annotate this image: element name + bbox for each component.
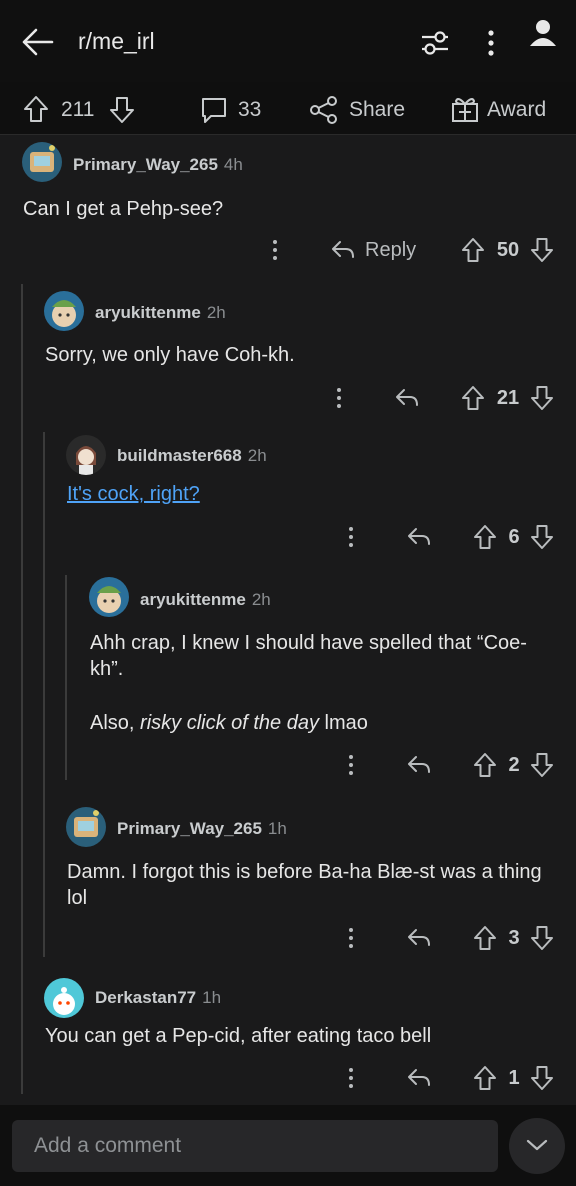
upvote-arrow-icon[interactable] <box>461 237 485 263</box>
comments-list: Primary_Way_265 4h Can I get a Pehp-see? … <box>0 135 576 1105</box>
vote-count: 1 <box>508 1067 520 1089</box>
reply-button[interactable]: Reply <box>365 239 416 262</box>
top-bar: r/me_irl <box>0 0 576 82</box>
emphasis-text: risky click of the day <box>140 712 319 734</box>
upvote-arrow-icon[interactable] <box>473 524 497 550</box>
vote-count: 50 <box>496 239 520 261</box>
comment-bubble-icon[interactable] <box>199 95 229 125</box>
upvote-arrow-icon[interactable] <box>473 925 497 951</box>
upvote-count: 211 <box>61 98 95 121</box>
username[interactable]: Primary_Way_265 <box>73 155 218 174</box>
downvote-arrow-icon[interactable] <box>530 385 554 411</box>
comment-meta: Primary_Way_265 1h <box>117 819 287 839</box>
upvote-arrow-icon[interactable] <box>473 1065 497 1091</box>
reply-arrow-icon[interactable] <box>406 1066 432 1090</box>
user-avatar[interactable] <box>89 577 129 617</box>
comment-meta: aryukittenme 2h <box>95 303 226 323</box>
more-options-icon[interactable] <box>486 30 496 56</box>
upvote-arrow-icon[interactable] <box>22 94 50 124</box>
username[interactable]: aryukittenme <box>140 590 246 609</box>
vote-count: 21 <box>496 387 520 409</box>
reply-arrow-icon[interactable] <box>406 525 432 549</box>
timestamp: 2h <box>251 590 271 609</box>
more-options-icon[interactable] <box>347 526 355 548</box>
user-avatar[interactable] <box>66 807 106 847</box>
username[interactable]: Derkastan77 <box>95 988 196 1007</box>
comment-meta: Derkastan77 1h <box>95 988 221 1008</box>
more-options-icon[interactable] <box>347 927 355 949</box>
chevron-down-icon <box>525 1137 549 1153</box>
reply-arrow-icon[interactable] <box>330 238 356 262</box>
downvote-arrow-icon[interactable] <box>530 1065 554 1091</box>
timestamp: 1h <box>202 988 222 1007</box>
comment-meta: Primary_Way_265 4h <box>73 155 243 175</box>
comment-meta: buildmaster668 2h <box>117 446 267 466</box>
user-avatar[interactable] <box>66 435 106 475</box>
username[interactable]: Primary_Way_265 <box>117 819 262 838</box>
username[interactable]: aryukittenme <box>95 303 201 322</box>
more-options-icon[interactable] <box>335 387 343 409</box>
more-options-icon[interactable] <box>347 1067 355 1089</box>
upvote-arrow-icon[interactable] <box>461 385 485 411</box>
downvote-arrow-icon[interactable] <box>530 237 554 263</box>
award-gift-icon[interactable] <box>450 94 480 124</box>
profile-icon[interactable] <box>528 18 558 48</box>
username[interactable]: buildmaster668 <box>117 446 242 465</box>
downvote-arrow-icon[interactable] <box>530 524 554 550</box>
comment-text: Damn. I forgot this is before Ba-ha Blæ-… <box>67 861 542 909</box>
scroll-down-button[interactable] <box>509 1118 565 1174</box>
timestamp: 2h <box>206 303 226 322</box>
comment-meta: aryukittenme 2h <box>140 590 271 610</box>
reply-arrow-icon[interactable] <box>406 753 432 777</box>
timestamp: 1h <box>267 819 287 838</box>
comment-text: You can get a Pep-cid, after eating taco… <box>45 1025 432 1047</box>
comment-count: 33 <box>238 98 262 121</box>
reply-arrow-icon[interactable] <box>394 386 420 410</box>
upvote-arrow-icon[interactable] <box>473 752 497 778</box>
share-label[interactable]: Share <box>349 98 405 122</box>
thread-line <box>21 284 23 1094</box>
vote-count: 2 <box>508 754 520 776</box>
post-action-bar: 211 33 Share Award <box>0 82 576 135</box>
user-avatar[interactable] <box>44 978 84 1018</box>
comment-text: It's cock, right? <box>67 481 200 507</box>
thread-line <box>65 575 67 780</box>
downvote-arrow-icon[interactable] <box>108 95 136 125</box>
timestamp: 4h <box>223 155 243 174</box>
downvote-arrow-icon[interactable] <box>530 752 554 778</box>
comment-text: Can I get a Pehp-see? <box>23 198 224 220</box>
timestamp: 2h <box>247 446 267 465</box>
comment-text: Ahh crap, I knew I should have spelled t… <box>90 632 527 680</box>
user-avatar[interactable] <box>22 142 62 182</box>
back-arrow-icon[interactable] <box>22 27 54 57</box>
share-icon[interactable] <box>309 95 339 125</box>
vote-count: 6 <box>508 526 520 548</box>
more-options-icon[interactable] <box>347 754 355 776</box>
subreddit-title[interactable]: r/me_irl <box>78 28 155 55</box>
filter-icon[interactable] <box>420 29 450 57</box>
comment-input-placeholder: Add a comment <box>34 1134 182 1157</box>
reply-arrow-icon[interactable] <box>406 926 432 950</box>
downvote-arrow-icon[interactable] <box>530 925 554 951</box>
more-options-icon[interactable] <box>271 239 279 261</box>
award-label[interactable]: Award <box>487 98 546 122</box>
comment-text: Sorry, we only have Coh-kh. <box>45 344 295 366</box>
comment-link[interactable]: It's cock, right? <box>67 483 200 505</box>
thread-line <box>43 432 45 957</box>
vote-count: 3 <box>508 927 520 949</box>
user-avatar[interactable] <box>44 291 84 331</box>
comment-text: Also, risky click of the day lmao <box>90 712 368 734</box>
